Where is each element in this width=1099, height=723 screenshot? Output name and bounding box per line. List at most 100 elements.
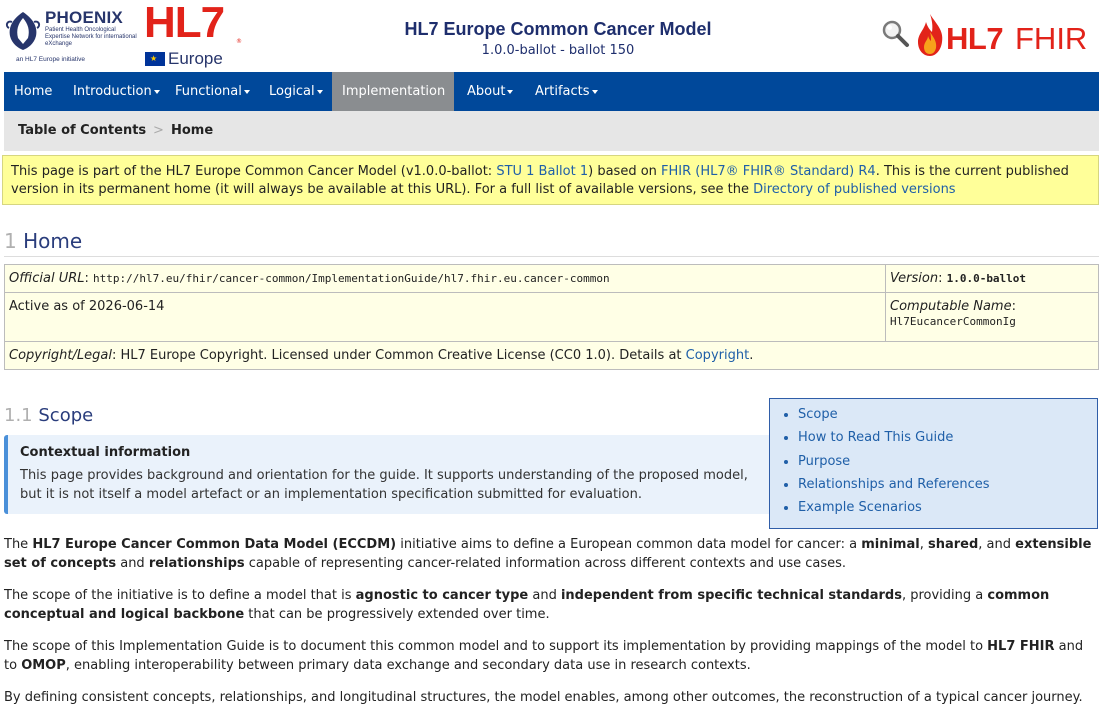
europe-logo-text: Europe xyxy=(168,49,223,68)
magnifier-search-icon[interactable] xyxy=(880,18,910,48)
toc-item-examples[interactable]: Example Scenarios xyxy=(798,496,1097,519)
phoenix-logo[interactable]: PHOENIX Patient Health Oncological Exper… xyxy=(4,6,137,66)
notice-link-stu[interactable]: STU 1 Ballot 1 xyxy=(496,164,588,179)
ig-metadata-table: Official URL: http://hl7.eu/fhir/cancer-… xyxy=(4,264,1099,370)
notice-text-2: ) based on xyxy=(588,164,662,179)
fhir-logo-hl7: HL7 xyxy=(946,21,1004,56)
version-cell: Version: 1.0.0-ballot xyxy=(885,264,1099,293)
scope-heading: 1.1 Scope xyxy=(4,405,93,426)
scope-heading-text: Scope xyxy=(38,405,94,426)
text: , enabling interoperability between prim… xyxy=(65,657,751,673)
nav-functional-label: Functional xyxy=(175,84,242,99)
nav-home[interactable]: Home xyxy=(4,72,62,111)
nav-about-label: About xyxy=(467,84,506,99)
official-url-value: http://hl7.eu/fhir/cancer-common/Impleme… xyxy=(93,272,610,285)
site-subtitle: 1.0.0-ballot - ballot 150 xyxy=(481,43,635,58)
notice-link-directory[interactable]: Directory of published versions xyxy=(753,182,955,197)
phoenix-bird-icon xyxy=(5,12,41,50)
fhir-flame-icon xyxy=(918,14,943,56)
nav-introduction-label: Introduction xyxy=(73,84,152,99)
official-url-label: Official URL xyxy=(9,271,85,286)
version-label: Version xyxy=(890,271,939,286)
copyright-text: : HL7 Europe Copyright. Licensed under C… xyxy=(111,348,686,363)
toc-item-how-to-read[interactable]: How to Read This Guide xyxy=(798,426,1097,449)
paragraph-scope-ig: The scope of this Implementation Guide i… xyxy=(4,638,1096,675)
version-value: 1.0.0-ballot xyxy=(946,272,1027,285)
toc-link[interactable]: Relationships and References xyxy=(798,477,990,492)
scope-heading-number: 1.1 xyxy=(4,405,33,426)
copyright-end: . xyxy=(749,348,754,363)
nav-logical-label: Logical xyxy=(269,84,315,99)
bold-text: HL7 Europe Cancer Common Data Model (ECC… xyxy=(32,537,397,552)
phoenix-initiative: an HL7 Europe initiative xyxy=(16,56,86,63)
text: The scope of the initiative is to define… xyxy=(4,588,356,603)
fhir-logo-fhir: FHIR xyxy=(1015,21,1088,56)
copyright-label: Copyright/Legal xyxy=(9,348,112,363)
computable-name-label: Computable Name xyxy=(890,299,1012,314)
phoenix-title: PHOENIX xyxy=(45,8,123,27)
computable-name-cell: Computable Name: Hl7EucancerCommonIg xyxy=(885,292,1099,342)
text: , xyxy=(919,537,928,552)
text: and xyxy=(528,588,561,603)
bold-text: shared xyxy=(927,537,979,552)
paragraph-intro: The HL7 Europe Cancer Common Data Model … xyxy=(4,536,1096,573)
page-title: 1 Home xyxy=(4,229,82,253)
main-navbar: Home Introduction Functional Logical Imp… xyxy=(4,72,1099,133)
bold-text: relationships xyxy=(148,555,245,571)
chevron-down-icon xyxy=(153,89,160,94)
breadcrumb-toc[interactable]: Table of Contents xyxy=(18,123,146,138)
copyright-cell: Copyright/Legal: HL7 Europe Copyright. L… xyxy=(4,341,1099,370)
nav-artifacts-label: Artifacts xyxy=(535,84,590,99)
notice-link-fhir[interactable]: FHIR (HL7® FHIR® Standard) R4 xyxy=(661,164,876,179)
site-title[interactable]: HL7 Europe Common Cancer Model xyxy=(330,19,786,40)
nav-implementation[interactable]: Implementation xyxy=(332,72,454,133)
toc-link[interactable]: Example Scenarios xyxy=(798,500,922,515)
nav-artifacts[interactable]: Artifacts xyxy=(525,72,608,111)
table-row: Official URL: http://hl7.eu/fhir/cancer-… xyxy=(4,264,1099,293)
text: initiative aims to define a European com… xyxy=(396,537,862,552)
heading-divider xyxy=(4,256,1099,257)
bold-text: agnostic to cancer type xyxy=(355,588,529,603)
hl7-logo-text: HL7 xyxy=(144,0,225,47)
paragraph-outcomes: By defining consistent concepts, relatio… xyxy=(4,690,1083,705)
bold-text: minimal xyxy=(861,537,920,552)
site-title-block: HL7 Europe Common Cancer Model 1.0.0-bal… xyxy=(330,19,786,58)
chevron-down-icon xyxy=(507,89,514,94)
eu-flag-icon: ★ xyxy=(145,52,165,66)
text: The scope of this Implementation Guide i… xyxy=(4,639,988,654)
contextual-info-box: Contextual information This page provide… xyxy=(4,435,780,514)
nav-logical[interactable]: Logical xyxy=(259,72,333,111)
text: that can be progressively extended over … xyxy=(244,606,550,622)
toc-link[interactable]: Purpose xyxy=(798,454,850,469)
toc-link[interactable]: Scope xyxy=(798,407,838,422)
text: and xyxy=(116,555,149,571)
official-url-cell: Official URL: http://hl7.eu/fhir/cancer-… xyxy=(4,264,886,293)
bold-text: independent from specific technical stan… xyxy=(560,588,902,603)
notice-text-1: This page is part of the HL7 Europe Comm… xyxy=(11,164,497,179)
nav-about[interactable]: About xyxy=(457,72,523,111)
page-toc-box: Scope How to Read This Guide Purpose Rel… xyxy=(769,398,1098,529)
nav-implementation-label: Implementation xyxy=(342,84,446,99)
heading-number: 1 xyxy=(4,229,17,253)
toc-list: Scope How to Read This Guide Purpose Rel… xyxy=(770,403,1097,519)
computable-name-value: Hl7EucancerCommonIg xyxy=(890,315,1016,328)
text: , and xyxy=(978,537,1016,552)
text: The xyxy=(4,537,33,552)
hl7-fhir-logo[interactable]: HL7 FHIR xyxy=(914,10,1099,62)
toc-item-relationships[interactable]: Relationships and References xyxy=(798,473,1097,496)
nav-introduction[interactable]: Introduction xyxy=(63,72,170,111)
copyright-link[interactable]: Copyright xyxy=(686,348,750,363)
toc-item-scope[interactable]: Scope xyxy=(798,403,1097,426)
hl7-europe-logo[interactable]: HL7 ® ★ Europe xyxy=(144,0,244,70)
registered-mark: ® xyxy=(236,38,242,45)
toc-item-purpose[interactable]: Purpose xyxy=(798,450,1097,473)
heading-text: Home xyxy=(23,229,83,253)
toc-link[interactable]: How to Read This Guide xyxy=(798,430,953,445)
nav-functional[interactable]: Functional xyxy=(165,72,260,111)
text: capable of representing cancer-related i… xyxy=(244,555,847,571)
text: , providing a xyxy=(901,588,988,603)
breadcrumb: Table of Contents > Home xyxy=(4,111,1099,151)
page-header: PHOENIX Patient Health Oncological Exper… xyxy=(0,0,1099,72)
table-row: Active as of 2026-06-14 Computable Name:… xyxy=(4,292,1099,342)
contextual-info-title: Contextual information xyxy=(20,445,191,460)
